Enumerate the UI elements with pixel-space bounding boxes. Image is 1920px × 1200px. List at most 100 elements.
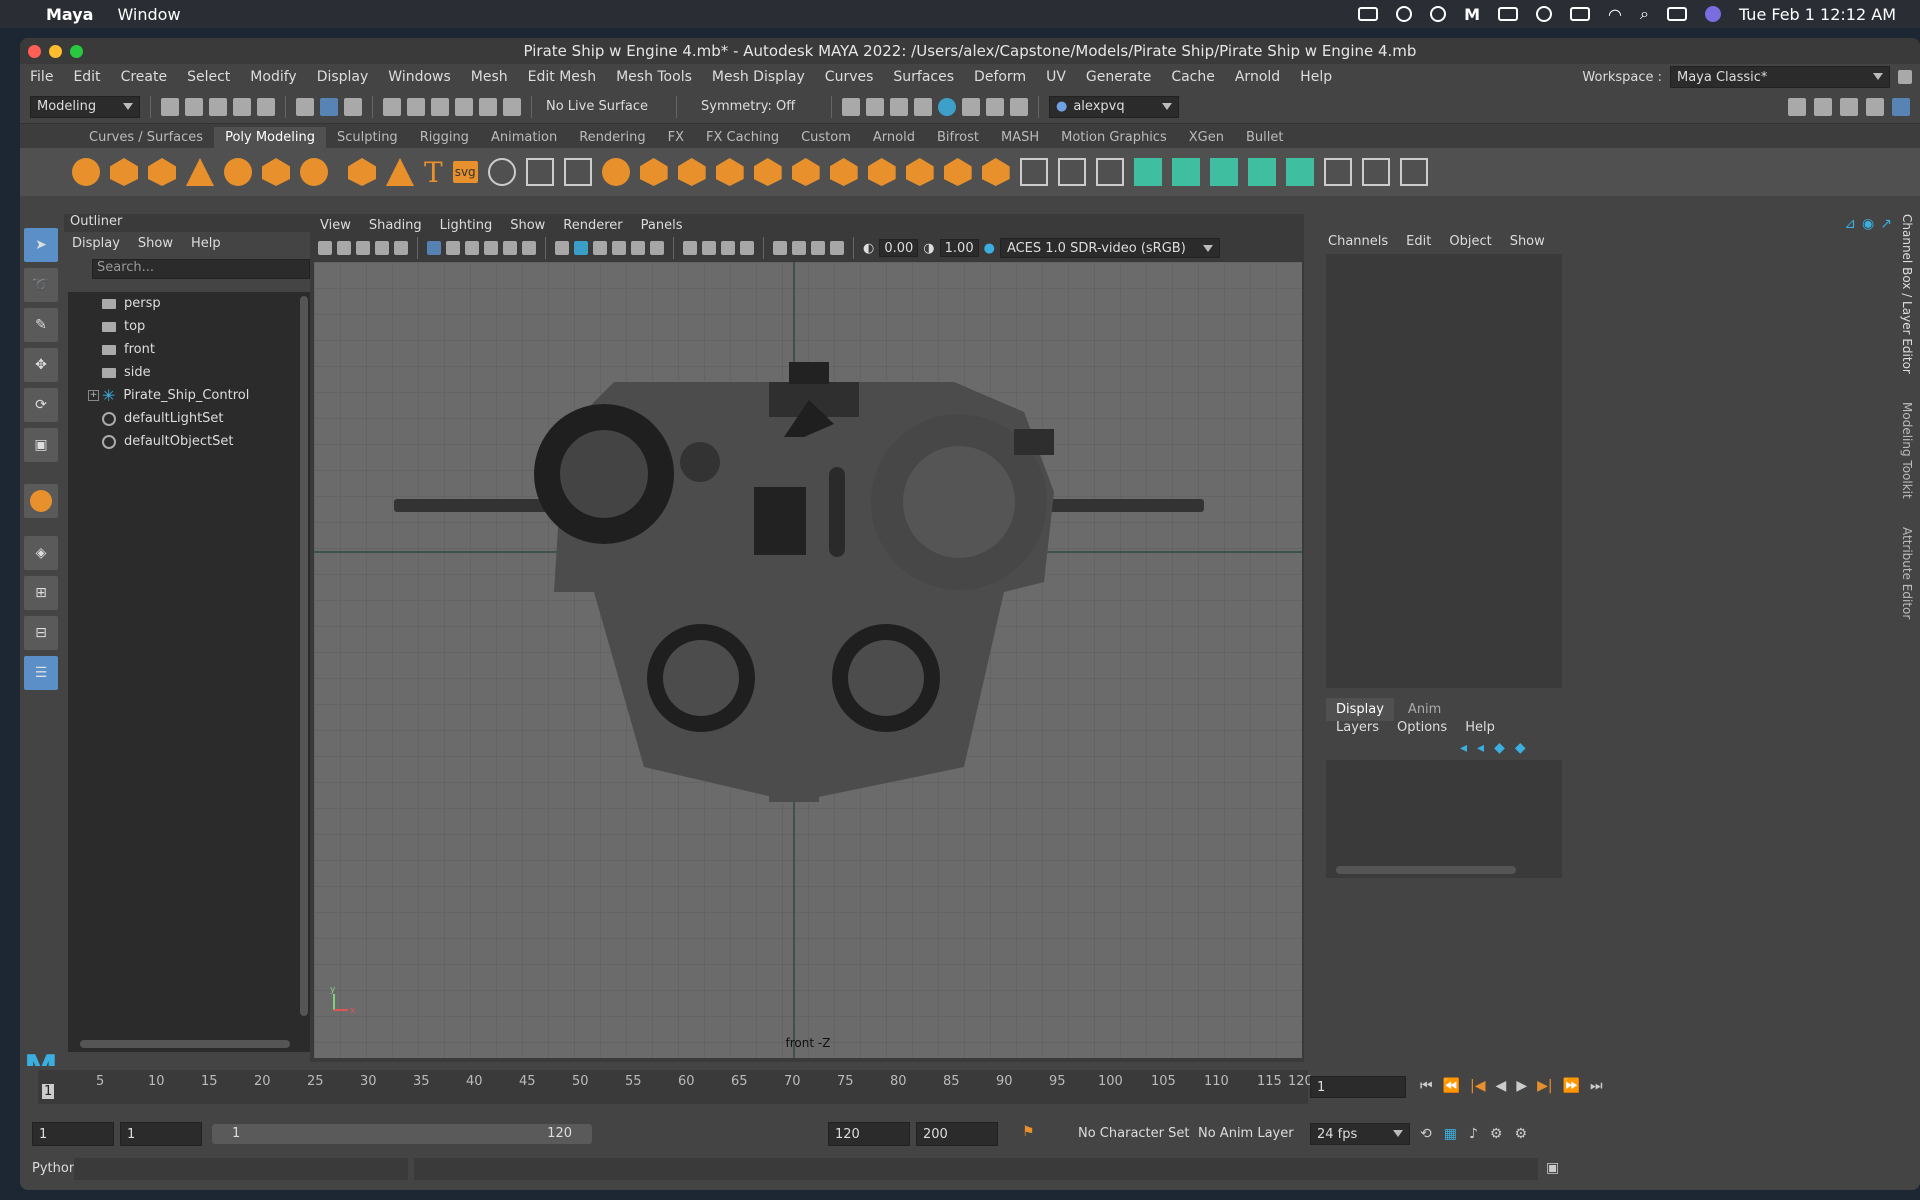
menu-select[interactable]: Select [177,69,240,85]
film-gate-icon[interactable] [446,241,460,255]
select-tool[interactable]: ➤ [24,228,58,262]
last-tool[interactable] [24,484,58,518]
clock[interactable]: Tue Feb 1 12:12 AM [1739,5,1896,24]
auto-key-icon[interactable]: ⚑ [1022,1124,1035,1140]
gamma-icon[interactable]: ◑ [923,241,934,256]
outliner-search-input[interactable]: Search... [92,259,310,279]
loop-icon[interactable]: ⟲ [1420,1126,1432,1142]
fps-dropdown[interactable]: 24 fps [1310,1123,1410,1145]
rotate-tool[interactable]: ⟳ [24,388,58,422]
menu-modify[interactable]: Modify [240,69,306,85]
playback-start-field[interactable]: 1 [120,1122,202,1146]
viewport-menu-shading[interactable]: Shading [369,218,422,233]
snap-point-icon[interactable] [431,97,449,116]
outliner-item-default-object-set[interactable]: defaultObjectSet [68,430,310,453]
control-center-icon[interactable] [1666,7,1687,21]
safe-action-icon[interactable] [522,241,536,255]
grid-icon[interactable] [427,241,441,255]
layer-menu-options[interactable]: Options [1397,720,1447,735]
go-to-start-icon[interactable]: ⏮ [1420,1078,1433,1094]
hypershade-icon[interactable] [938,97,956,116]
bridge-icon[interactable] [677,158,706,186]
resolution-gate-icon[interactable] [465,241,479,255]
exposure-icon[interactable]: ◐ [863,241,874,256]
outliner-menu-display[interactable]: Display [72,236,120,251]
bevel-icon[interactable] [487,158,516,186]
image-plane-icon[interactable] [375,241,389,255]
append-icon[interactable] [715,158,744,186]
channel-toggle-icon[interactable]: ↗ [1880,216,1892,232]
mirror-icon[interactable] [829,158,858,186]
shelf-tab-curves-surfaces[interactable]: Curves / Surfaces [78,127,214,148]
mode-dropdown[interactable]: Modeling [30,95,140,118]
quadrangulate-icon[interactable] [981,158,1010,186]
menu-edit-mesh[interactable]: Edit Mesh [518,69,606,85]
paint-select-tool[interactable]: ✎ [24,308,58,342]
battery-icon[interactable] [1570,7,1591,21]
new-layer-selected-icon[interactable]: ◆ [1515,740,1526,756]
side-tab-attribute-editor[interactable]: Attribute Editor [1900,527,1914,619]
pause-icon[interactable] [1010,97,1028,116]
viewport-menu-view[interactable]: View [320,218,351,233]
poly-cone-icon[interactable] [186,158,214,186]
side-tab-modeling-toolkit[interactable]: Modeling Toolkit [1900,402,1914,499]
cache-playback-icon[interactable]: ▦ [1444,1126,1457,1142]
current-frame-field[interactable]: 1 [1310,1076,1406,1098]
menu-help[interactable]: Help [1290,69,1342,85]
animation-prefs-icon[interactable]: ⚙ [1490,1126,1503,1142]
wifi-icon[interactable]: ◠ [1608,5,1622,24]
move-layer-up-icon[interactable]: ◂ [1460,740,1467,756]
expand-icon[interactable]: + [88,390,99,401]
viewport-menu-renderer[interactable]: Renderer [563,218,622,233]
xray-joints-icon[interactable] [811,241,825,255]
shelf-tab-animation[interactable]: Animation [480,127,568,148]
channel-menu-show[interactable]: Show [1510,234,1545,249]
outliner-layout-button[interactable]: ☰ [24,656,58,690]
menu-cache[interactable]: Cache [1161,69,1225,85]
poly-cube-icon[interactable] [110,158,138,186]
shelf-tab-motion-graphics[interactable]: Motion Graphics [1050,127,1178,148]
globe-icon[interactable] [1430,6,1447,22]
poly-text-icon[interactable]: T [424,156,443,189]
wireframe-on-shaded-icon[interactable] [593,241,607,255]
snap-view-icon[interactable] [455,97,473,116]
target-weld-icon[interactable] [1057,158,1086,186]
select-hierarchy-icon[interactable] [296,97,314,116]
render-frame-icon[interactable] [842,97,860,116]
motion-blur-icon[interactable] [702,241,716,255]
bookmark-icon[interactable] [356,241,370,255]
fill-hole-icon[interactable] [753,158,782,186]
lock-icon[interactable] [1898,70,1912,84]
shelf-tab-rendering[interactable]: Rendering [568,127,656,148]
menu-create[interactable]: Create [111,69,178,85]
camera-attributes-icon[interactable] [337,241,351,255]
shelf-tab-rigging[interactable]: Rigging [409,127,480,148]
grease-pencil-icon[interactable] [394,241,408,255]
shelf-tab-xgen[interactable]: XGen [1178,127,1235,148]
automatic-uv-icon[interactable] [1285,158,1314,186]
super-shape-icon[interactable] [386,158,414,186]
cut-uv-icon[interactable] [1361,158,1390,186]
channel-menu-object[interactable]: Object [1449,234,1491,249]
poly-disc-icon[interactable] [300,158,328,186]
arnold-render-icon[interactable] [986,97,1004,116]
color-management-icon[interactable]: ● [984,241,995,256]
step-forward-key-icon[interactable]: ⏩ [1563,1078,1580,1094]
smooth-icon[interactable] [601,158,630,186]
outliner-item-pirate-ship-control[interactable]: + ✳ Pirate_Ship_Control [68,384,310,407]
menu-curves[interactable]: Curves [815,69,884,85]
viewport-menu-panels[interactable]: Panels [641,218,683,233]
poly-cylinder-icon[interactable] [148,158,176,186]
playback-end-field[interactable]: 120 [828,1122,910,1146]
live-surface-label[interactable]: No Live Surface [546,99,666,114]
character-controls-icon[interactable] [1814,97,1832,116]
gamma-field[interactable]: 1.00 [939,239,979,257]
creative-cloud-icon[interactable] [1396,6,1413,22]
shelf-tab-arnold[interactable]: Arnold [862,127,926,148]
ipr-render-icon[interactable] [890,97,908,116]
viewport-canvas[interactable]: y x front -Z [314,262,1302,1058]
channel-menu-edit[interactable]: Edit [1406,234,1431,249]
new-scene-icon[interactable] [161,97,179,116]
command-language-label[interactable]: Python [32,1161,77,1176]
command-input[interactable] [74,1158,408,1180]
